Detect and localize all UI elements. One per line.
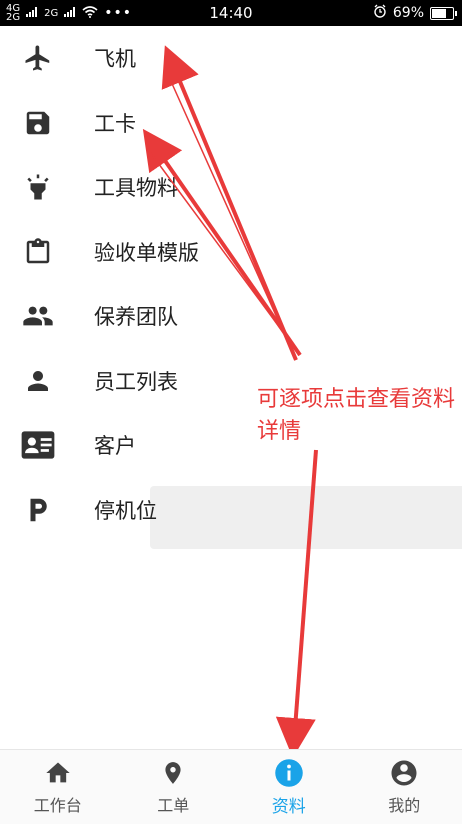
home-icon (43, 758, 73, 788)
battery-icon (430, 6, 457, 20)
tab-workbench[interactable]: 工作台 (0, 750, 116, 824)
menu-item-label: 验收单模版 (94, 240, 199, 265)
tab-label: 资料 (271, 796, 306, 817)
menu-item-tools-materials[interactable]: 工具物料 (0, 155, 462, 220)
tab-label: 我的 (388, 796, 421, 815)
airplane-icon (20, 40, 56, 76)
account-icon (389, 758, 419, 788)
menu-item-label: 保养团队 (94, 305, 178, 330)
battery-percent: 69% (392, 5, 424, 21)
status-right: 69% (373, 4, 457, 22)
menu-item-acceptance-template[interactable]: 验收单模版 (0, 220, 462, 285)
person-icon (20, 363, 56, 399)
status-bar: 4G 2G 2G ••• 14:40 69% (0, 0, 462, 26)
alarm-icon (373, 4, 387, 22)
menu-item-label: 工具物料 (94, 176, 178, 201)
menu-item-label: 客户 (94, 434, 136, 459)
flashlight-icon (20, 169, 56, 205)
menu-item-label: 停机位 (94, 498, 157, 523)
clipboard-icon (20, 234, 56, 270)
tab-work-order[interactable]: 工单 (116, 750, 232, 824)
menu-item-job-card[interactable]: 工卡 (0, 91, 462, 156)
save-card-icon (20, 105, 56, 141)
info-icon (274, 758, 304, 788)
tab-data[interactable]: 资料 (231, 750, 347, 824)
annotation-text: 可逐项点击查看资料详情 (257, 387, 456, 444)
contact-card-icon (20, 427, 56, 463)
team-icon (20, 298, 56, 334)
location-pin-icon (160, 758, 186, 788)
parking-icon (20, 492, 56, 528)
menu-item-aircraft[interactable]: 飞机 (0, 26, 462, 91)
bottom-tab-bar: 工作台 工单 资料 我的 (0, 749, 462, 824)
tab-mine[interactable]: 我的 (347, 750, 462, 824)
battery-fill (432, 8, 446, 18)
menu-item-parking-stand[interactable]: 停机位 (0, 478, 462, 543)
menu-item-label: 员工列表 (94, 369, 178, 394)
tab-label: 工单 (157, 796, 190, 815)
data-menu-list: 飞机 工卡 工具物料 验收单模版 保养团队 员工列表 客户 停机位 (0, 26, 462, 542)
tab-label: 工作台 (33, 796, 82, 815)
menu-item-maintenance-team[interactable]: 保养团队 (0, 284, 462, 349)
menu-item-label: 飞机 (94, 47, 136, 72)
menu-item-label: 工卡 (94, 111, 136, 136)
